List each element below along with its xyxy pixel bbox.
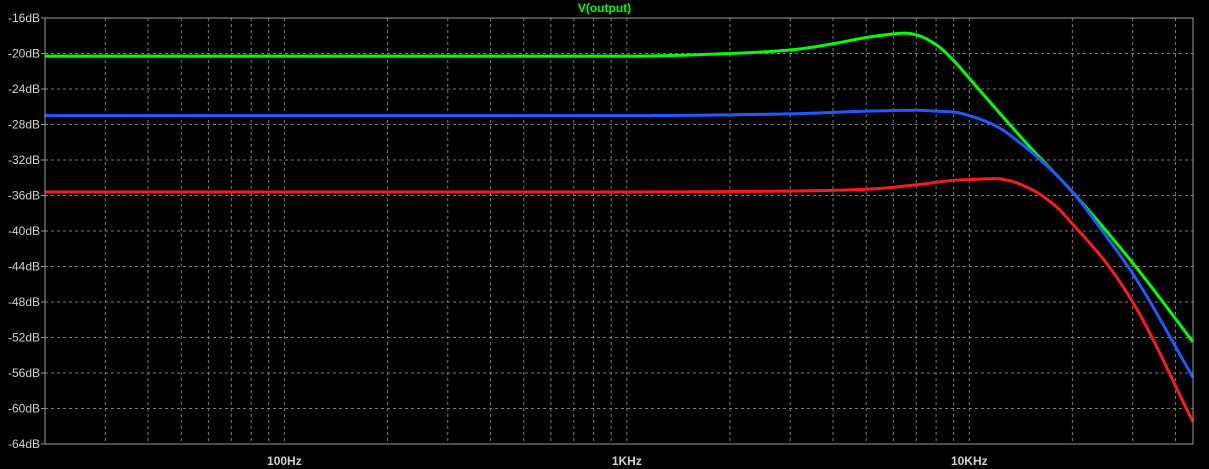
x-tick-label: 10KHz [951,454,988,468]
y-tick-label: -16dB [8,11,40,25]
y-tick-label: -20dB [8,47,40,61]
x-axis-ticks: 100Hz 1KHz 10KHz [267,454,988,468]
frequency-response-chart: -16dB -20dB -24dB -28dB -32dB -36dB -40dB -44dB… [8,11,1195,468]
x-tick-label: 100Hz [267,454,302,468]
series-line-1 [45,31,1195,343]
y-tick-label: -56dB [8,366,40,380]
y-tick-label: -44dB [8,260,40,274]
y-tick-label: -60dB [8,402,40,416]
x-tick-label: 1KHz [612,454,642,468]
y-tick-label: -48dB [8,295,40,309]
series-line-3 [45,177,1195,423]
plot-frame [44,17,1194,445]
y-tick-label: -24dB [8,82,40,96]
y-tick-label: -52dB [8,331,40,345]
grid [44,17,1193,445]
y-tick-label: -32dB [8,153,40,167]
series-line-2 [45,108,1195,379]
y-tick-label: -28dB [8,118,40,132]
y-tick-label: -64dB [8,437,40,451]
y-tick-label: -40dB [8,224,40,238]
series-layer [45,31,1195,423]
y-axis-ticks: -16dB -20dB -24dB -28dB -32dB -36dB -40dB -44dB… [8,11,45,451]
y-tick-label: -36dB [8,189,40,203]
